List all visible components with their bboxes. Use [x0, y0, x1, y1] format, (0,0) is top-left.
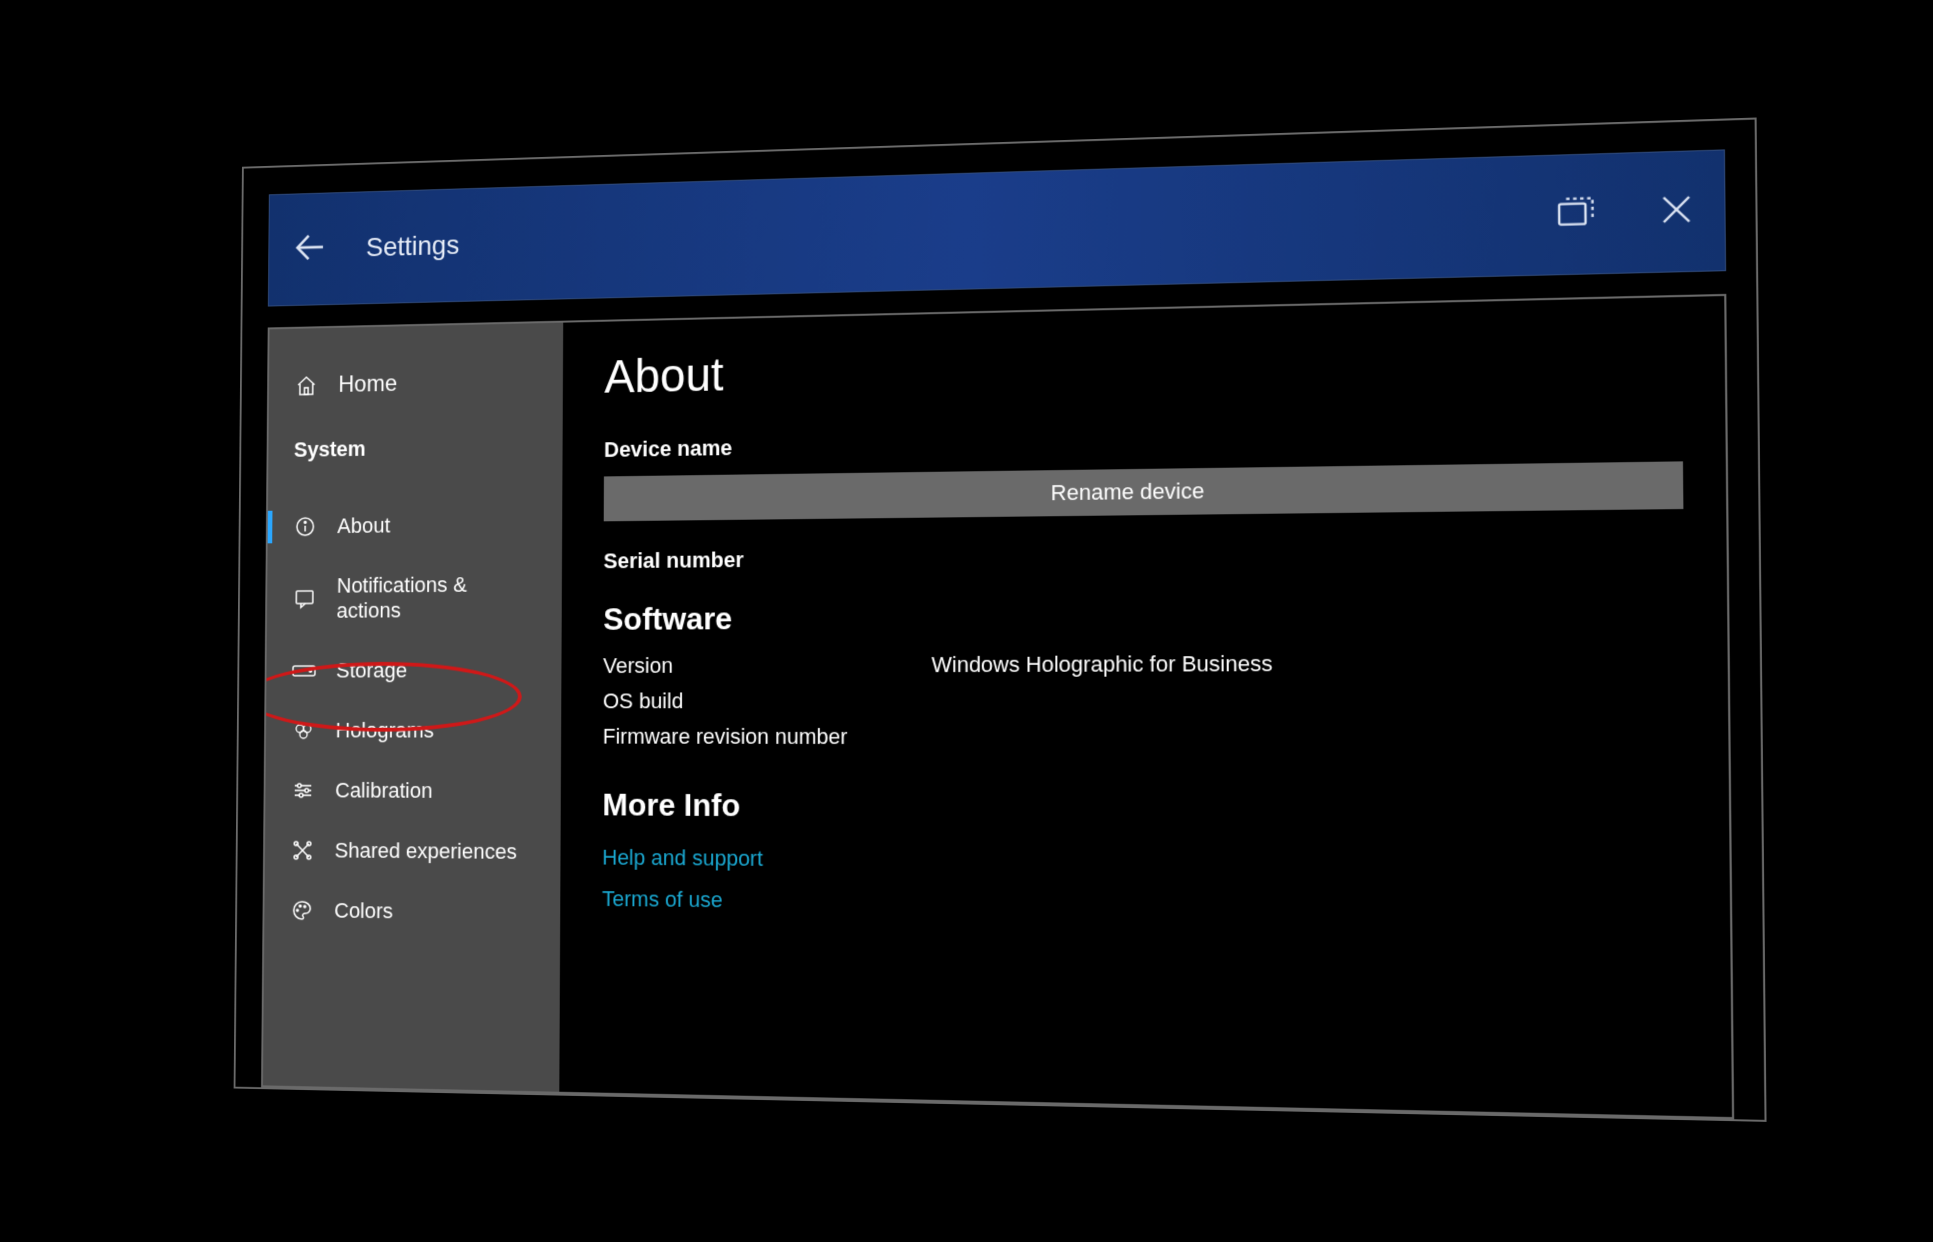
window-follow-icon [1553, 191, 1595, 238]
sidebar-home[interactable]: Home [268, 358, 562, 410]
home-icon [294, 373, 318, 398]
sidebar-item-label: Shared experiences [334, 838, 516, 865]
sidebar: Home System About [262, 323, 562, 1092]
sidebar-item-label: About [337, 513, 390, 539]
window-outer-frame: Settings [233, 117, 1766, 1122]
serial-number-label: Serial number [603, 538, 1683, 574]
version-row: Version Windows Holographic for Business [603, 649, 1685, 679]
version-value: Windows Holographic for Business [931, 651, 1272, 678]
more-info-heading: More Info [602, 787, 1686, 830]
arrow-left-icon [290, 226, 329, 272]
sidebar-item-label: Colors [334, 898, 393, 924]
palette-icon [289, 898, 313, 923]
sidebar-home-label: Home [338, 371, 397, 399]
holograms-icon [291, 718, 315, 743]
titlebar: Settings [267, 149, 1725, 306]
titlebar-title: Settings [365, 230, 459, 263]
info-icon [293, 514, 317, 539]
chat-icon [292, 586, 316, 611]
sidebar-section-label: System [268, 404, 563, 480]
storage-icon [291, 658, 315, 683]
content-frame: Home System About [261, 294, 1734, 1119]
main-content: About Device name Rename device Serial n… [559, 296, 1732, 1117]
firmware-label: Firmware revision number [602, 724, 931, 750]
close-icon [1657, 190, 1696, 233]
sidebar-item-label: Storage [335, 658, 406, 683]
crossed-tools-icon [290, 838, 314, 863]
sidebar-item-shared-experiences[interactable]: Shared experiences [264, 820, 560, 883]
sliders-icon [290, 778, 314, 803]
software-heading: Software [603, 594, 1684, 638]
sidebar-item-holograms[interactable]: Holograms [265, 700, 561, 761]
terms-of-use-link[interactable]: Terms of use [601, 886, 1686, 924]
sidebar-item-label: Calibration [335, 778, 433, 804]
close-button[interactable] [1651, 187, 1700, 236]
firmware-row: Firmware revision number [602, 724, 1685, 751]
follow-me-button[interactable] [1550, 190, 1599, 238]
sidebar-item-calibration[interactable]: Calibration [265, 760, 561, 822]
device-name-label: Device name [603, 420, 1682, 463]
os-build-label: OS build [602, 688, 931, 714]
sidebar-item-about[interactable]: About [267, 494, 562, 557]
sidebar-item-notifications[interactable]: Notifications & actions [266, 554, 561, 641]
os-build-row: OS build [602, 687, 1684, 714]
rename-device-button[interactable]: Rename device [603, 461, 1683, 521]
sidebar-item-label: Notifications & actions [336, 572, 535, 624]
sidebar-item-label: Holograms [335, 718, 434, 743]
sidebar-item-colors[interactable]: Colors [264, 880, 560, 944]
back-button[interactable] [289, 227, 331, 272]
sidebar-item-storage[interactable]: Storage [266, 640, 561, 701]
page-title: About [604, 328, 1682, 404]
help-support-link[interactable]: Help and support [602, 845, 1687, 880]
version-label: Version [603, 652, 931, 679]
